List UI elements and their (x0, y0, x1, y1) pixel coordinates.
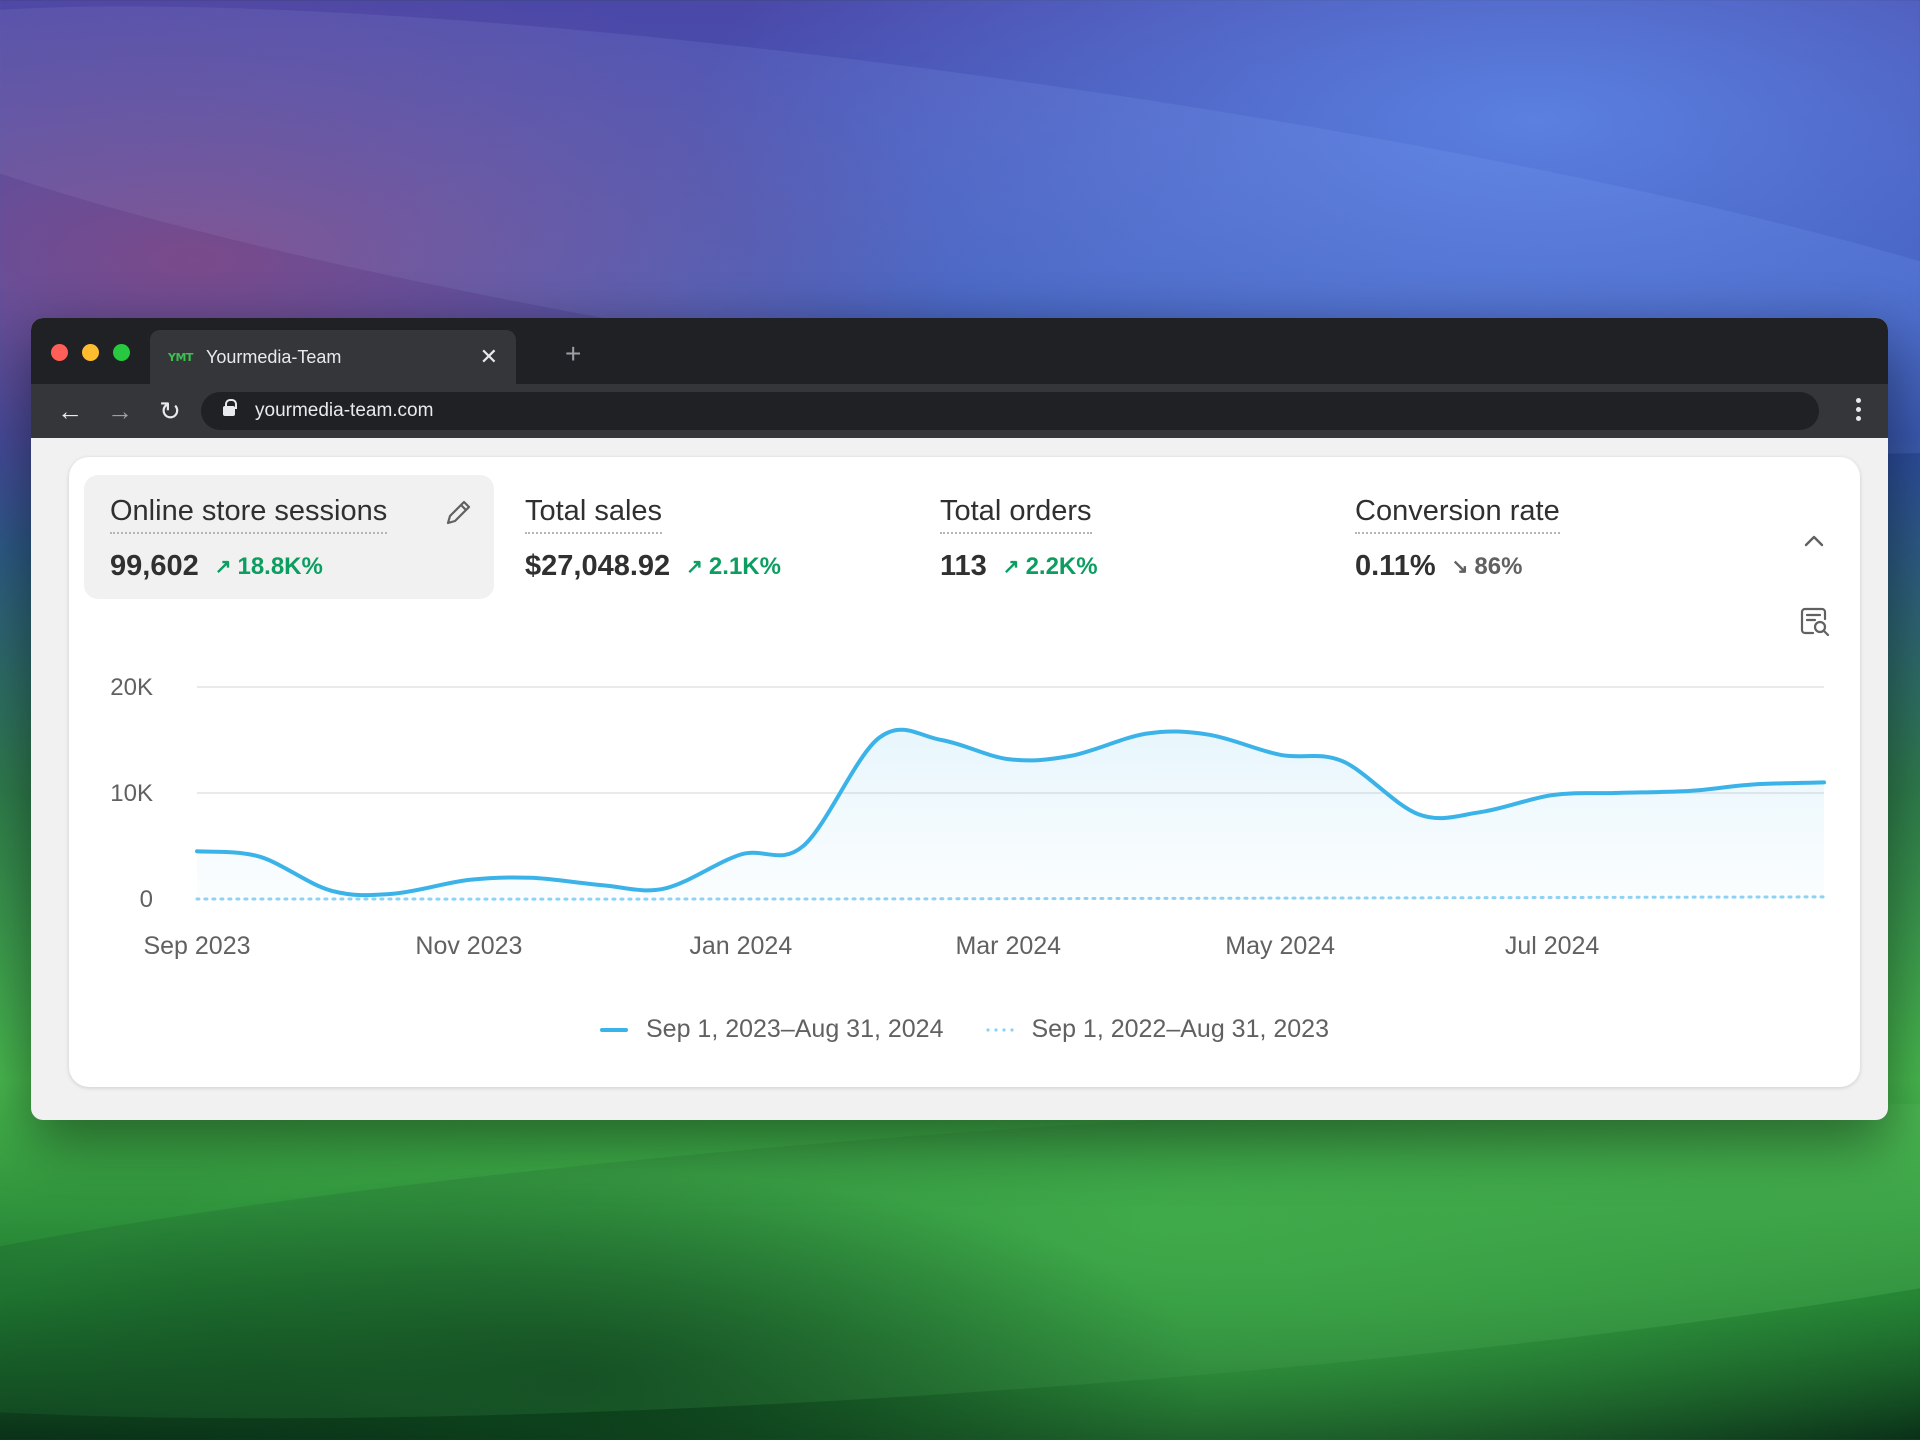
data-point (1208, 734, 1209, 735)
data-point (879, 737, 880, 738)
x-tick-label: Nov 2023 (415, 932, 522, 960)
data-point (1480, 812, 1481, 813)
data-point (259, 856, 260, 857)
metric-total-sales[interactable]: Total sales $27,048.92 ↗ 2.1K% (499, 475, 889, 599)
metric-conversion-rate[interactable]: Conversion rate 0.11% ↘ 86% (1329, 475, 1719, 599)
minimize-window-button[interactable] (82, 344, 99, 361)
metric-change-value: 2.2K% (1025, 552, 1098, 580)
arrow-up-right-icon: ↗ (1002, 556, 1020, 578)
metric-label: Total sales (525, 495, 663, 534)
data-point (1342, 761, 1343, 762)
metric-change: ↗ 18.8K% (215, 553, 323, 581)
legend-swatch-dotted (983, 1027, 1014, 1032)
new-tab-icon[interactable]: + (565, 338, 581, 370)
data-point (941, 740, 942, 741)
analytics-card: 0 10K 20K Sep 2023 Nov 2023 Jan 2024 Mar 2024 M… (69, 457, 1860, 1087)
data-point (393, 893, 394, 894)
metric-change-value: 18.8K% (237, 552, 323, 580)
data-point (1008, 759, 1009, 760)
data-point (602, 885, 603, 886)
data-point (531, 877, 532, 878)
metric-change-value: 86% (1474, 552, 1523, 580)
metric-value: 113 (940, 550, 987, 582)
metric-value: 0.11% (1355, 550, 1436, 582)
y-tick-label: 20K (110, 674, 153, 701)
metric-change-value: 2.1K% (708, 552, 781, 580)
metric-value: 99,602 (110, 550, 199, 582)
browser-titlebar: YMT Yourmedia-Team ✕ + (31, 318, 1888, 384)
tab-favicon-icon: YMT (168, 350, 193, 364)
x-tick-label: Sep 2023 (143, 932, 250, 960)
url-text: yourmedia-team.com (255, 400, 434, 421)
data-point (1552, 795, 1553, 796)
explore-data-icon[interactable] (1798, 605, 1832, 639)
metric-change: ↘ 86% (1452, 553, 1523, 581)
pencil-icon[interactable] (442, 497, 474, 529)
metric-online-store-sessions[interactable]: Online store sessions 99,602 ↗ 18.8K% (84, 475, 494, 599)
metric-label: Conversion rate (1355, 495, 1560, 534)
window-controls (51, 344, 130, 361)
data-point (1614, 793, 1615, 794)
legend-swatch-solid (600, 1027, 628, 1032)
metric-change: ↗ 2.1K% (686, 553, 781, 581)
browser-tab[interactable]: YMT Yourmedia-Team ✕ (150, 330, 516, 384)
legend-item-current: Sep 1, 2023–Aug 31, 2024 (600, 1015, 944, 1044)
x-tick-label: Jan 2024 (689, 932, 792, 960)
x-tick-label: May 2024 (1225, 932, 1335, 960)
metric-value: $27,048.92 (525, 550, 671, 582)
data-point (330, 890, 331, 891)
reload-icon[interactable]: ↻ (145, 396, 195, 427)
data-point (1146, 733, 1147, 734)
legend-label: Sep 1, 2022–Aug 31, 2023 (1031, 1015, 1330, 1043)
data-point (1690, 790, 1691, 791)
address-bar[interactable]: yourmedia-team.com (201, 392, 1819, 430)
data-point (1280, 754, 1281, 755)
data-point (1752, 784, 1753, 785)
data-point (1418, 814, 1419, 815)
maximize-window-button[interactable] (113, 344, 130, 361)
x-tick-label: Mar 2024 (955, 932, 1061, 960)
data-point (665, 888, 666, 889)
tab-title: Yourmedia-Team (206, 346, 342, 367)
data-point (1070, 755, 1071, 756)
data-point (803, 846, 804, 847)
browser-window: YMT Yourmedia-Team ✕ + ← → ↻ yourmedia-t… (31, 318, 1888, 1120)
metric-label: Total orders (940, 495, 1092, 534)
series-area-current (197, 729, 1824, 899)
close-tab-icon[interactable]: ✕ (480, 344, 498, 370)
data-point (468, 879, 469, 880)
data-point (740, 854, 741, 855)
browser-toolbar: ← → ↻ yourmedia-team.com (31, 384, 1888, 438)
data-point (1824, 782, 1825, 783)
legend-label: Sep 1, 2023–Aug 31, 2024 (646, 1015, 944, 1043)
legend-item-previous: Sep 1, 2022–Aug 31, 2023 (983, 1015, 1330, 1044)
close-window-button[interactable] (51, 344, 68, 361)
forward-icon[interactable]: → (95, 396, 145, 427)
metric-change: ↗ 2.2K% (1003, 553, 1098, 581)
x-tick-label: Jul 2024 (1505, 932, 1600, 960)
y-tick-label: 0 (140, 886, 153, 913)
more-menu-icon[interactable] (1856, 398, 1862, 421)
chart-legend: Sep 1, 2023–Aug 31, 2024 Sep 1, 2022–Aug… (69, 1015, 1860, 1044)
back-icon[interactable]: ← (45, 396, 95, 427)
metric-label: Online store sessions (110, 495, 388, 534)
data-point (197, 851, 198, 852)
arrow-up-right-icon: ↗ (214, 556, 232, 578)
arrow-down-right-icon: ↘ (1451, 556, 1469, 578)
chevron-up-icon[interactable] (1802, 529, 1826, 553)
lock-icon (223, 399, 237, 418)
y-tick-label: 10K (110, 780, 153, 807)
metric-total-orders[interactable]: Total orders 113 ↗ 2.2K% (914, 475, 1304, 599)
arrow-up-right-icon: ↗ (686, 556, 703, 578)
